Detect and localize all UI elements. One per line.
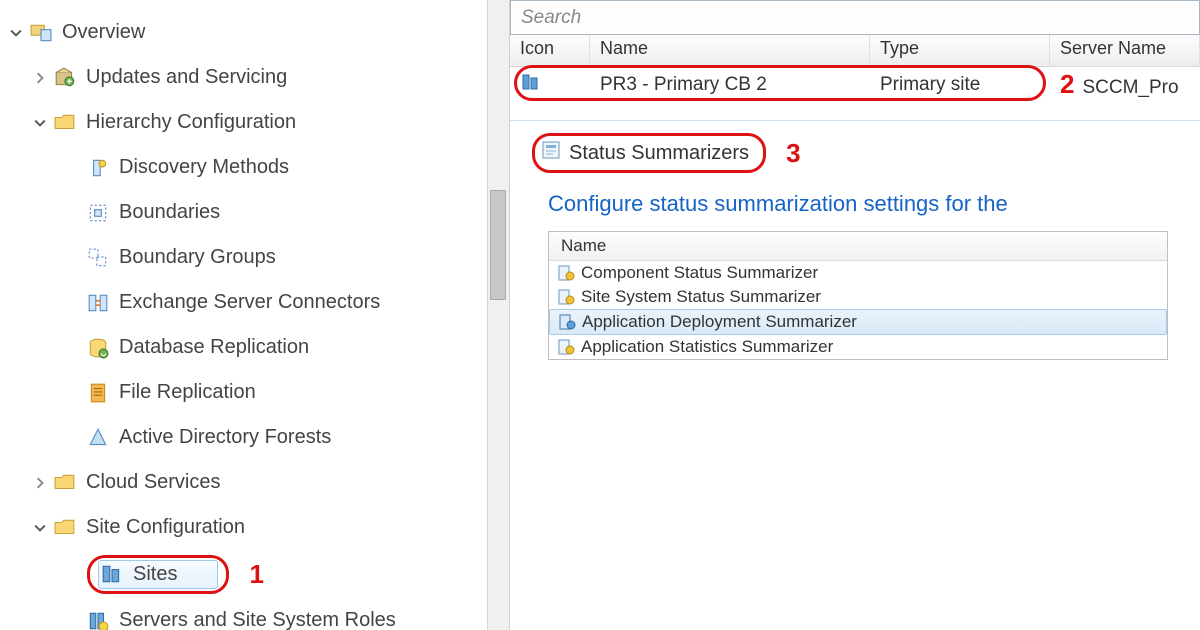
site-icon: [520, 72, 540, 98]
summarizer-icon: [557, 288, 575, 306]
summarizer-icon: [557, 338, 575, 356]
tree-label: Boundaries: [119, 201, 220, 224]
folder-icon: [54, 472, 76, 494]
tree-exchange-connectors[interactable]: Exchange Server Connectors: [0, 280, 509, 325]
summarizer-icon: [558, 313, 576, 331]
tree-label: Active Directory Forests: [119, 426, 331, 449]
file-repl-icon: [87, 382, 109, 404]
summarizer-item[interactable]: Site System Status Summarizer: [549, 285, 1167, 309]
grid-row-site[interactable]: PR3 - Primary CB 2 Primary site 2SCCM_Pr…: [510, 67, 1200, 102]
annotation-number-3: 3: [786, 138, 800, 169]
servers-icon: [87, 610, 109, 630]
ad-forests-icon: [87, 427, 109, 449]
tree-ad-forests[interactable]: Active Directory Forests: [0, 415, 509, 460]
grid-cell-name: PR3 - Primary CB 2: [590, 74, 870, 96]
tree-site-configuration[interactable]: Site Configuration: [0, 505, 509, 550]
folder-icon: [54, 112, 76, 134]
collapse-icon[interactable]: [32, 520, 48, 536]
summarizer-item[interactable]: Component Status Summarizer: [549, 261, 1167, 285]
boundary-group-icon: [87, 247, 109, 269]
summarizer-label: Application Statistics Summarizer: [581, 337, 833, 357]
details-title[interactable]: Status Summarizers: [569, 142, 749, 165]
tree-label: Overview: [62, 21, 145, 44]
details-pane: Status Summarizers 3 Configure status su…: [510, 120, 1200, 360]
overview-icon: [30, 22, 52, 44]
discovery-icon: [87, 157, 109, 179]
search-placeholder: Search: [521, 7, 581, 29]
tree-file-replication[interactable]: File Replication: [0, 370, 509, 415]
tree-scrollbar-thumb[interactable]: [490, 190, 506, 300]
status-summarizers-icon: [541, 140, 561, 166]
grid-header-name[interactable]: Name: [590, 35, 870, 66]
tree-label: Boundary Groups: [119, 246, 276, 269]
annotation-ring-1: Sites: [87, 555, 229, 594]
grid-cell-server: 2SCCM_Pro: [1050, 69, 1200, 100]
summarizer-item[interactable]: Application Statistics Summarizer: [549, 335, 1167, 359]
tree-updates-servicing[interactable]: Updates and Servicing: [0, 55, 509, 100]
grid-header-icon[interactable]: Icon: [510, 35, 590, 66]
grid-header-server[interactable]: Server Name: [1050, 35, 1200, 66]
summarizer-item[interactable]: Application Deployment Summarizer: [549, 309, 1167, 335]
summarizer-icon: [557, 264, 575, 282]
boundary-icon: [87, 202, 109, 224]
tree-label: Site Configuration: [86, 516, 245, 539]
sites-icon: [101, 563, 123, 585]
tree-label: Hierarchy Configuration: [86, 111, 296, 134]
tree-discovery-methods[interactable]: Discovery Methods: [0, 145, 509, 190]
annotation-ring-3: Status Summarizers: [532, 133, 766, 173]
tree-label: Discovery Methods: [119, 156, 289, 179]
tree-boundaries[interactable]: Boundaries: [0, 190, 509, 235]
details-description: Configure status summarization settings …: [548, 191, 1200, 217]
tree-label: Cloud Services: [86, 471, 221, 494]
tree-label: File Replication: [119, 381, 256, 404]
tree-label: Updates and Servicing: [86, 66, 287, 89]
grid-cell-type: Primary site: [870, 74, 1050, 96]
summarizer-label: Site System Status Summarizer: [581, 287, 821, 307]
summarizers-list: Name Component Status Summarizer Site Sy…: [548, 231, 1168, 360]
sublist-header-name[interactable]: Name: [549, 232, 1167, 261]
tree-label: Sites: [133, 563, 177, 586]
collapse-icon[interactable]: [8, 25, 24, 41]
tree-sites[interactable]: Sites 1: [0, 550, 509, 598]
tree-cloud-services[interactable]: Cloud Services: [0, 460, 509, 505]
tree-scrollbar[interactable]: [487, 0, 509, 630]
search-input[interactable]: Search: [510, 0, 1200, 35]
tree-label: Database Replication: [119, 336, 309, 359]
tree-servers-roles[interactable]: Servers and Site System Roles: [0, 598, 509, 630]
grid-header-type[interactable]: Type: [870, 35, 1050, 66]
package-icon: [54, 67, 76, 89]
tree-label: Exchange Server Connectors: [119, 291, 380, 314]
content-pane: Search Icon Name Type Server Name PR3 - …: [510, 0, 1200, 630]
summarizer-label: Component Status Summarizer: [581, 263, 818, 283]
tree-hierarchy-config[interactable]: Hierarchy Configuration: [0, 100, 509, 145]
tree-overview[interactable]: Overview: [0, 10, 509, 55]
folder-icon: [54, 517, 76, 539]
annotation-number-2: 2: [1060, 69, 1074, 99]
database-icon: [87, 337, 109, 359]
expand-icon[interactable]: [32, 475, 48, 491]
collapse-icon[interactable]: [32, 115, 48, 131]
exchange-icon: [87, 292, 109, 314]
expand-icon[interactable]: [32, 70, 48, 86]
grid-header: Icon Name Type Server Name: [510, 35, 1200, 67]
summarizer-label: Application Deployment Summarizer: [582, 312, 857, 332]
annotation-number-1: 1: [249, 559, 263, 590]
tree-boundary-groups[interactable]: Boundary Groups: [0, 235, 509, 280]
tree-db-replication[interactable]: Database Replication: [0, 325, 509, 370]
tree-label: Servers and Site System Roles: [119, 609, 396, 630]
navigation-tree: Overview Updates and Servicing Hierarchy…: [0, 0, 510, 630]
